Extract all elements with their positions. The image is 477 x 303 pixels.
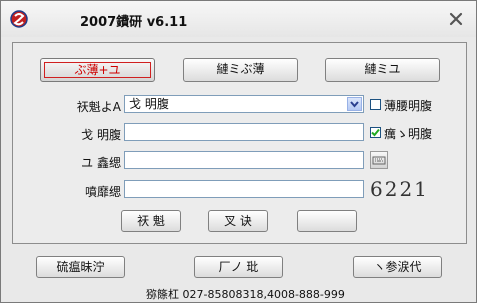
title-bar[interactable]: 2007鐨研 v6.11 [1,1,476,37]
save-account-label: 癘ゝ明腹 [384,127,433,141]
captcha-label: 噴靡缌 [84,185,121,199]
window-title: 2007鐨研 v6.11 [80,15,188,30]
reset-button[interactable]: 叉 诀 [208,210,268,232]
footer-button-left[interactable]: 硫瘟昧泞 [36,256,125,278]
keyboard-icon[interactable] [370,151,388,169]
footer-button-middle[interactable]: 厂ノ 玭 [194,256,283,278]
login-panel: ぶ薄+ユ 縺ミぶ薄 縺ミユ 祆魁よA 戈 明腹 薄腰明腹 戈 明腹 癘ゝ明腹 ユ… [12,42,467,244]
account-input[interactable] [124,123,364,141]
chevron-down-icon[interactable] [347,97,362,111]
close-icon[interactable] [447,10,465,28]
footer-button-left-label: 硫瘟昧泞 [56,260,105,274]
password-input[interactable] [124,151,364,169]
extra-button[interactable] [297,210,357,232]
reset-button-label: 叉 诀 [224,214,252,228]
app-window: 2007鐨研 v6.11 ぶ薄+ユ 縺ミぶ薄 縺ミユ 祆魁よA 戈 明腹 薄腰明… [0,0,477,303]
remember-label: 薄腰明腹 [384,99,433,113]
tab-mode-3-label: 縺ミユ [364,62,401,76]
captcha-image[interactable]: 6221 [370,178,427,200]
tab-mode-1[interactable]: ぶ薄+ユ [40,58,155,82]
login-button-label: 祆 魁 [137,214,165,228]
footer-button-right[interactable]: ヽ参涙代 [353,256,442,278]
login-button[interactable]: 祆 魁 [121,210,181,232]
logo-icon [10,10,28,28]
account-type-value: 戈 明腹 [129,97,169,111]
account-type-label: 祆魁よA [76,100,121,114]
remember-checkbox[interactable] [370,99,381,110]
password-label: ユ 鑫缌 [81,156,121,170]
captcha-input[interactable] [124,180,364,198]
save-account-checkbox[interactable] [370,127,381,138]
contact-info: 猕篨杠 027-85808318,4008-888-999 [146,288,345,301]
tab-mode-2[interactable]: 縺ミぶ薄 [183,58,298,82]
footer-button-middle-label: 厂ノ 玭 [218,260,259,274]
tab-mode-3[interactable]: 縺ミユ [325,58,440,82]
account-type-select[interactable]: 戈 明腹 [124,95,364,113]
check-icon [371,128,380,137]
footer-button-right-label: ヽ参涙代 [373,260,422,274]
tab-mode-1-label: ぶ薄+ユ [44,62,151,78]
tab-mode-2-label: 縺ミぶ薄 [216,62,265,76]
account-label: 戈 明腹 [81,128,121,142]
